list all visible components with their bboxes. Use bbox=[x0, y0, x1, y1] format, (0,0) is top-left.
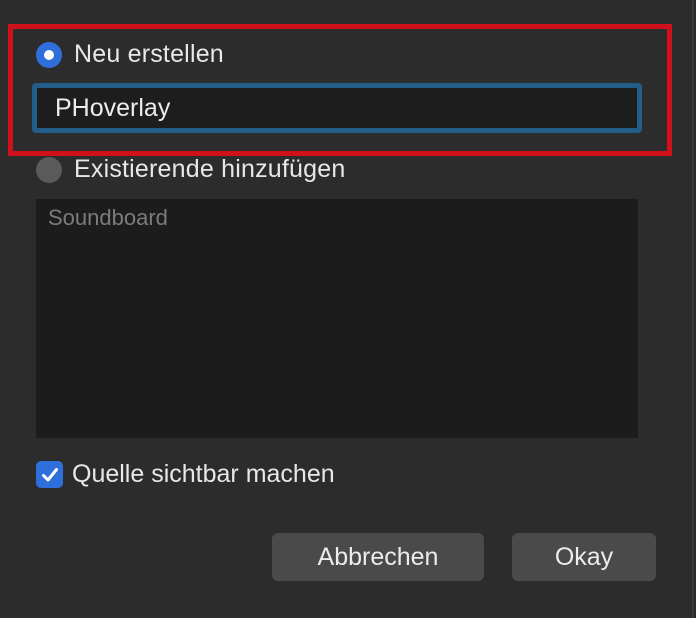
radio-selected-dot bbox=[44, 49, 54, 60]
add-existing-radio[interactable] bbox=[36, 156, 62, 183]
existing-sources-list[interactable]: Soundboard bbox=[36, 199, 638, 438]
create-new-radio[interactable] bbox=[36, 41, 62, 68]
make-visible-checkbox[interactable] bbox=[36, 461, 63, 488]
radio-row-create-new[interactable]: Neu erstellen bbox=[36, 40, 224, 69]
list-item[interactable]: Soundboard bbox=[48, 205, 626, 231]
cancel-button[interactable]: Abbrechen bbox=[272, 533, 484, 581]
checkbox-row-make-visible[interactable]: Quelle sichtbar machen bbox=[36, 460, 335, 489]
new-source-name-input[interactable] bbox=[32, 83, 642, 133]
make-visible-label: Quelle sichtbar machen bbox=[72, 460, 335, 488]
add-source-dialog: Neu erstellen Existierende hinzufügen So… bbox=[0, 0, 694, 618]
okay-button[interactable]: Okay bbox=[512, 533, 656, 581]
add-existing-label: Existierende hinzufügen bbox=[74, 155, 346, 183]
checkmark-icon bbox=[41, 467, 58, 481]
create-new-label: Neu erstellen bbox=[74, 40, 224, 68]
radio-row-add-existing[interactable]: Existierende hinzufügen bbox=[36, 155, 345, 184]
